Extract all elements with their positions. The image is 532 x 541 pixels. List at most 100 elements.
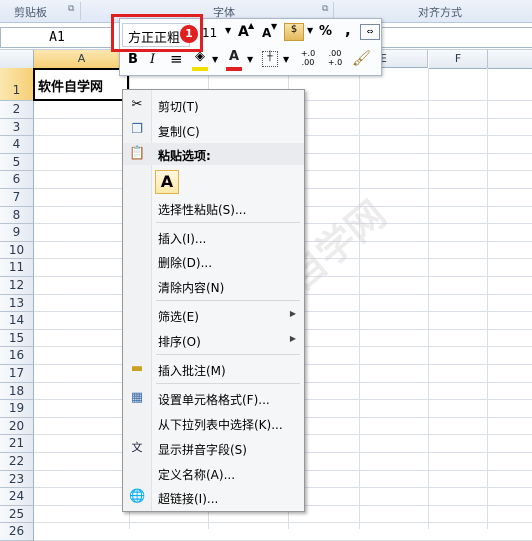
column-header-a[interactable]: A xyxy=(34,50,130,69)
menu-item-hyperlink[interactable]: 🌐 超链接(I)... xyxy=(123,486,304,508)
submenu-arrow-icon: ▶ xyxy=(289,334,296,343)
row-header-19[interactable]: 19 xyxy=(0,400,34,418)
italic-button[interactable]: I xyxy=(150,52,155,67)
submenu-arrow-icon: ▶ xyxy=(289,309,296,318)
menu-item-define-name[interactable]: 定义名称(A)... xyxy=(123,462,304,484)
fill-color-dropdown-icon[interactable]: ▼ xyxy=(212,55,218,64)
format-cells-icon: ▦ xyxy=(130,390,144,405)
clipboard-launcher-icon[interactable]: ⧉ xyxy=(68,4,74,14)
borders-dropdown-icon[interactable]: ▼ xyxy=(283,55,289,64)
step-badge: 1 xyxy=(180,25,198,43)
accounting-dropdown-icon[interactable]: ▼ xyxy=(307,26,313,35)
row-header-1[interactable]: 1 xyxy=(0,68,34,101)
copy-icon: ❐ xyxy=(131,122,143,137)
bold-button[interactable]: B xyxy=(128,52,138,67)
menu-item-label: 删除(D)... xyxy=(158,256,213,270)
paste-values-button[interactable]: A xyxy=(155,170,179,194)
menu-item-insert[interactable]: 插入(I)... xyxy=(123,226,304,248)
menu-item-label: 定义名称(A)... xyxy=(158,468,236,482)
menu-separator xyxy=(156,222,300,223)
menu-item-label: 设置单元格格式(F)... xyxy=(158,393,270,407)
borders-icon[interactable]: ┼ xyxy=(262,51,278,67)
row-header-4[interactable]: 4 xyxy=(0,136,34,154)
clipboard-icon: 📋 xyxy=(129,146,146,161)
scissors-icon: ✂ xyxy=(131,97,143,112)
menu-item-show-phonetic[interactable]: 文 显示拼音字段(S) xyxy=(123,437,304,459)
row-header-8[interactable]: 8 xyxy=(0,206,34,225)
align-center-icon[interactable]: ≡ xyxy=(170,50,183,68)
comment-icon: ▬ xyxy=(130,361,144,376)
row-header-12[interactable]: 12 xyxy=(0,277,34,295)
menu-item-label: 显示拼音字段(S) xyxy=(158,443,247,457)
grow-arrow-icon: ▲ xyxy=(248,21,255,30)
menu-item-delete[interactable]: 删除(D)... xyxy=(123,250,304,272)
row-header-18[interactable]: 18 xyxy=(0,382,34,401)
row-header-9[interactable]: 9 xyxy=(0,224,34,242)
percent-button[interactable]: % xyxy=(319,24,332,39)
row-header-23[interactable]: 23 xyxy=(0,470,34,489)
menu-separator xyxy=(156,300,300,301)
row-header-24[interactable]: 24 xyxy=(0,488,34,506)
row-header-26[interactable]: 26 xyxy=(0,523,34,541)
shrink-font-button[interactable]: A xyxy=(262,26,271,40)
menu-item-paste-special[interactable]: 选择性粘贴(S)... xyxy=(123,197,304,219)
menu-item-sort[interactable]: 排序(O) ▶ xyxy=(123,329,304,351)
font-color-button[interactable]: A xyxy=(226,49,242,71)
cell-a1[interactable]: 软件自学网 xyxy=(33,68,129,101)
row-header-13[interactable]: 13 xyxy=(0,294,34,313)
menu-item-label: 清除内容(N) xyxy=(158,281,225,295)
group-separator xyxy=(80,2,81,20)
decrease-decimal-button[interactable]: .00 +.0 xyxy=(323,49,347,67)
menu-item-label: 粘贴选项: xyxy=(158,149,211,163)
increase-decimal-button[interactable]: +.0 .00 xyxy=(296,49,320,67)
row-header-10[interactable]: 10 xyxy=(0,241,34,260)
row-header-16[interactable]: 16 xyxy=(0,347,34,365)
row-header-5[interactable]: 5 xyxy=(0,153,34,172)
comma-button[interactable]: , xyxy=(345,21,351,39)
menu-item-label: 复制(C) xyxy=(158,125,200,139)
row-header-2[interactable]: 2 xyxy=(0,101,34,119)
group-alignment-label: 对齐方式 xyxy=(418,6,462,19)
column-header-f[interactable]: F xyxy=(429,50,488,69)
row-header-14[interactable]: 14 xyxy=(0,312,34,330)
format-painter-icon[interactable]: 🖌 xyxy=(352,49,371,67)
formula-input[interactable] xyxy=(378,27,532,48)
accounting-format-icon[interactable]: $ xyxy=(284,23,304,41)
menu-item-cut[interactable]: ✂ 剪切(T) xyxy=(123,94,304,116)
row-header-21[interactable]: 21 xyxy=(0,435,34,453)
row-header-3[interactable]: 3 xyxy=(0,118,34,137)
row-header-20[interactable]: 20 xyxy=(0,417,34,436)
row-header-6[interactable]: 6 xyxy=(0,171,34,189)
menu-item-label: 筛选(E) xyxy=(158,310,199,324)
hyperlink-icon: 🌐 xyxy=(129,489,146,504)
row-header-25[interactable]: 25 xyxy=(0,505,34,524)
menu-item-format-cells[interactable]: ▦ 设置单元格格式(F)... xyxy=(123,387,304,409)
row-header-15[interactable]: 15 xyxy=(0,329,34,348)
merge-icon[interactable]: ⇔ xyxy=(360,24,380,40)
menu-item-clear-contents[interactable]: 清除内容(N) xyxy=(123,275,304,297)
font-size-value[interactable]: 11 xyxy=(202,26,217,40)
menu-item-label: 排序(O) xyxy=(158,335,201,349)
font-launcher-icon[interactable]: ⧉ xyxy=(322,4,328,14)
menu-item-copy[interactable]: ❐ 复制(C) xyxy=(123,119,304,141)
row-header-11[interactable]: 11 xyxy=(0,259,34,277)
name-box[interactable]: A1 xyxy=(0,27,114,48)
menu-item-pick-from-list[interactable]: 从下拉列表中选择(K)... xyxy=(123,412,304,434)
row-header-17[interactable]: 17 xyxy=(0,365,34,383)
column-header-g[interactable] xyxy=(488,50,532,69)
select-all-corner[interactable] xyxy=(0,50,34,69)
menu-item-filter[interactable]: 筛选(E) ▶ xyxy=(123,304,304,326)
grid-line xyxy=(428,68,429,529)
menu-item-label: 超链接(I)... xyxy=(158,492,219,506)
menu-item-insert-comment[interactable]: ▬ 插入批注(M) xyxy=(123,358,304,380)
menu-separator xyxy=(156,354,300,355)
menu-item-label: 插入批注(M) xyxy=(158,364,226,378)
font-color-dropdown-icon[interactable]: ▼ xyxy=(247,55,253,64)
row-header-22[interactable]: 22 xyxy=(0,453,34,471)
fill-color-icon[interactable]: ◈ xyxy=(192,49,208,71)
menu-header-paste-options: 📋 粘贴选项: xyxy=(123,143,304,165)
row-header-7[interactable]: 7 xyxy=(0,189,34,207)
font-size-dropdown-icon[interactable]: ▼ xyxy=(225,26,231,35)
menu-item-label: 选择性粘贴(S)... xyxy=(158,203,247,217)
menu-item-label: 剪切(T) xyxy=(158,100,199,114)
